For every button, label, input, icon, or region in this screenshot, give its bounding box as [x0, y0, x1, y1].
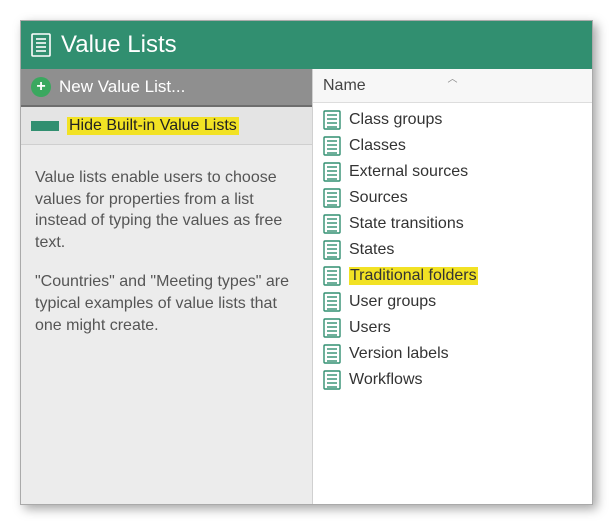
value-list-item-icon [323, 318, 341, 338]
description-paragraph-1: Value lists enable users to choose value… [35, 167, 298, 253]
list-item-label: States [349, 241, 394, 259]
list-item-label: Traditional folders [349, 267, 478, 285]
list-item[interactable]: Traditional folders [313, 263, 592, 289]
right-pane: ︿ Name Class groups Classes External sourc… [313, 69, 592, 504]
list-item[interactable]: External sources [313, 159, 592, 185]
hide-builtin-toggle[interactable]: Hide Built-in Value Lists [21, 107, 312, 145]
list-item[interactable]: Workflows [313, 367, 592, 393]
value-list-item-icon [323, 162, 341, 182]
value-list-item-icon [323, 266, 341, 286]
list-item-label: State transitions [349, 215, 464, 233]
value-list-item-icon [323, 344, 341, 364]
list-item-label: Sources [349, 189, 408, 207]
column-header-label: Name [323, 77, 366, 95]
list-item-label: User groups [349, 293, 436, 311]
list-item-label: Workflows [349, 371, 423, 389]
list-item[interactable]: User groups [313, 289, 592, 315]
list-item[interactable]: State transitions [313, 211, 592, 237]
value-lists-window: Value Lists + New Value List... Hide Bui… [20, 20, 593, 505]
list-item-label: Users [349, 319, 391, 337]
list-item[interactable]: Sources [313, 185, 592, 211]
value-list-icon [31, 33, 51, 57]
value-list-item-icon [323, 370, 341, 390]
value-list-item-icon [323, 214, 341, 234]
list-item-label: External sources [349, 163, 468, 181]
left-pane: + New Value List... Hide Built-in Value … [21, 69, 313, 504]
list-item[interactable]: States [313, 237, 592, 263]
new-value-list-label: New Value List... [59, 77, 185, 97]
new-value-list-button[interactable]: + New Value List... [21, 69, 312, 107]
value-list-item-icon [323, 292, 341, 312]
list-item-label: Class groups [349, 111, 442, 129]
hide-builtin-label: Hide Built-in Value Lists [67, 117, 239, 135]
toggle-swatch-icon [31, 121, 59, 131]
column-header-name[interactable]: ︿ Name [313, 69, 592, 103]
page-title: Value Lists [61, 31, 177, 59]
list-item[interactable]: Classes [313, 133, 592, 159]
list-item[interactable]: Version labels [313, 341, 592, 367]
list-item-label: Classes [349, 137, 406, 155]
description-panel: Value lists enable users to choose value… [21, 145, 312, 364]
value-list-item-icon [323, 136, 341, 156]
list-item[interactable]: Class groups [313, 107, 592, 133]
value-list-item-icon [323, 188, 341, 208]
content-area: + New Value List... Hide Built-in Value … [21, 69, 592, 504]
plus-icon: + [31, 77, 51, 97]
list-item-label: Version labels [349, 345, 449, 363]
list-item[interactable]: Users [313, 315, 592, 341]
description-paragraph-2: "Countries" and "Meeting types" are typi… [35, 271, 298, 336]
value-list-item-icon [323, 240, 341, 260]
value-list-item-icon [323, 110, 341, 130]
sort-ascending-icon: ︿ [448, 70, 458, 85]
value-list-items: Class groups Classes External sources Sourc… [313, 103, 592, 504]
titlebar: Value Lists [21, 21, 592, 69]
